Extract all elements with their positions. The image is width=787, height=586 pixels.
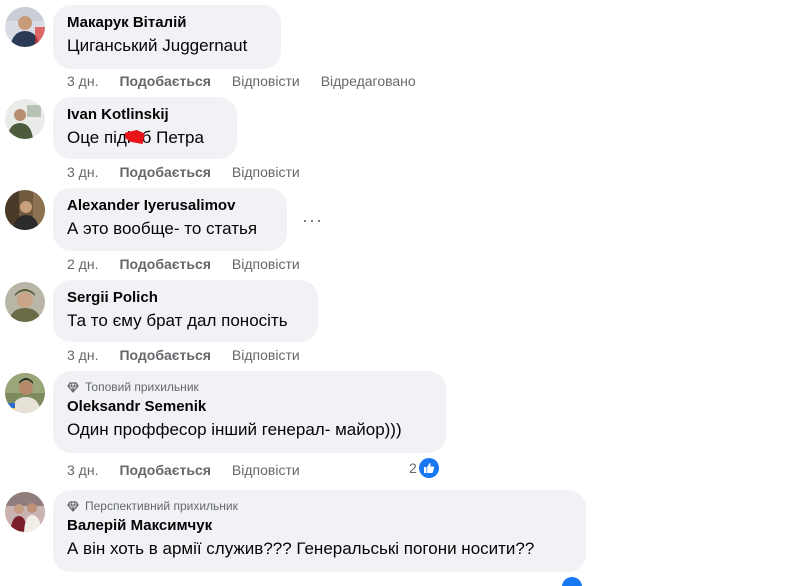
reaction-summary[interactable]: 2 (409, 458, 439, 478)
avatar[interactable] (5, 282, 45, 322)
reply-button[interactable]: Відповісти (232, 255, 300, 273)
comment-text-start: Оце піді (67, 128, 131, 147)
comment-time[interactable]: 3 дн. (67, 461, 98, 479)
comment-text: А это вообще- то статья (67, 219, 258, 238)
comment-author[interactable]: Валерій Максимчук (67, 516, 574, 535)
reply-button[interactable]: Відповісти (232, 163, 300, 181)
like-button[interactable]: Подобається (119, 461, 210, 479)
comment-actions: 2 дн. Подобається Відповісти (67, 255, 300, 273)
comment-bubble: Ivan Kotlinskij Оце піді б Петра (53, 97, 237, 159)
reply-button[interactable]: Відповісти (232, 461, 300, 479)
comment-author[interactable]: Alexander Iyerusalimov (67, 196, 275, 215)
reply-button[interactable]: Відповісти (232, 346, 300, 364)
comment-author[interactable]: Ivan Kotlinskij (67, 105, 225, 124)
comment-time[interactable]: 3 дн. (67, 72, 98, 90)
avatar[interactable] (5, 99, 45, 139)
comment-text: Оце піді б Петра (67, 127, 225, 149)
more-options-icon[interactable]: ··· (302, 211, 323, 229)
avatar[interactable] (5, 190, 45, 230)
comment-author[interactable]: Sergii Polich (67, 288, 306, 307)
like-button[interactable]: Подобається (119, 346, 210, 364)
comment-time[interactable]: 2 дн. (67, 255, 98, 273)
like-button[interactable]: Подобається (119, 255, 210, 273)
comment-text: Циганський Juggernaut (67, 36, 248, 55)
comment-bubble: Перспективний прихильник Валерій Максимч… (53, 490, 586, 572)
like-button[interactable]: Подобається (119, 72, 210, 90)
comment-author[interactable]: Oleksandr Semenik (67, 397, 434, 416)
comment-time[interactable]: 3 дн. (67, 346, 98, 364)
diamond-icon (67, 500, 79, 512)
diamond-icon (67, 381, 79, 393)
comment-bubble: Макарук Віталій Циганський Juggernaut (53, 5, 281, 69)
avatar[interactable] (5, 7, 45, 47)
comment-actions: 3 дн. Подобається Відповісти (67, 346, 300, 364)
reaction-count: 2 (409, 460, 417, 476)
comment-actions: 3 дн. Подобається Відповісти Відредагова… (67, 72, 416, 90)
avatar[interactable] (5, 492, 45, 532)
comment-bubble: Alexander Iyerusalimov А это вообще- то … (53, 188, 287, 251)
reaction-summary-partial[interactable] (562, 577, 582, 586)
avatar[interactable] (5, 373, 45, 413)
edited-label[interactable]: Відредаговано (321, 72, 416, 90)
comment-text: Один проффесор інший генерал- майор))) (67, 420, 402, 439)
thumbs-up-icon (418, 458, 439, 478)
badge-label: Перспективний прихильник (85, 499, 238, 513)
comment-text: А він хоть в армії служив??? Генеральськ… (67, 539, 535, 558)
comment-time[interactable]: 3 дн. (67, 163, 98, 181)
like-button[interactable]: Подобається (119, 163, 210, 181)
fan-badge[interactable]: Топовий прихильник (67, 379, 434, 395)
comment-actions: 3 дн. Подобається Відповісти (67, 163, 300, 181)
comments-feed: Макарук Віталій Циганський Juggernaut 3 … (0, 0, 787, 586)
comment-text-end: б Петра (141, 128, 204, 147)
thumbs-up-icon (562, 577, 582, 586)
comment-author[interactable]: Макарук Віталій (67, 13, 269, 32)
fan-badge[interactable]: Перспективний прихильник (67, 498, 574, 514)
comment-bubble: Топовий прихильник Oleksandr Semenik Оди… (53, 371, 446, 453)
reply-button[interactable]: Відповісти (232, 72, 300, 90)
comment-actions: 3 дн. Подобається Відповісти (67, 461, 300, 479)
comment-text: Та то єму брат дал поносіть (67, 311, 288, 330)
comment-bubble: Sergii Polich Та то єму брат дал поносіт… (53, 280, 318, 342)
badge-label: Топовий прихильник (85, 380, 199, 394)
